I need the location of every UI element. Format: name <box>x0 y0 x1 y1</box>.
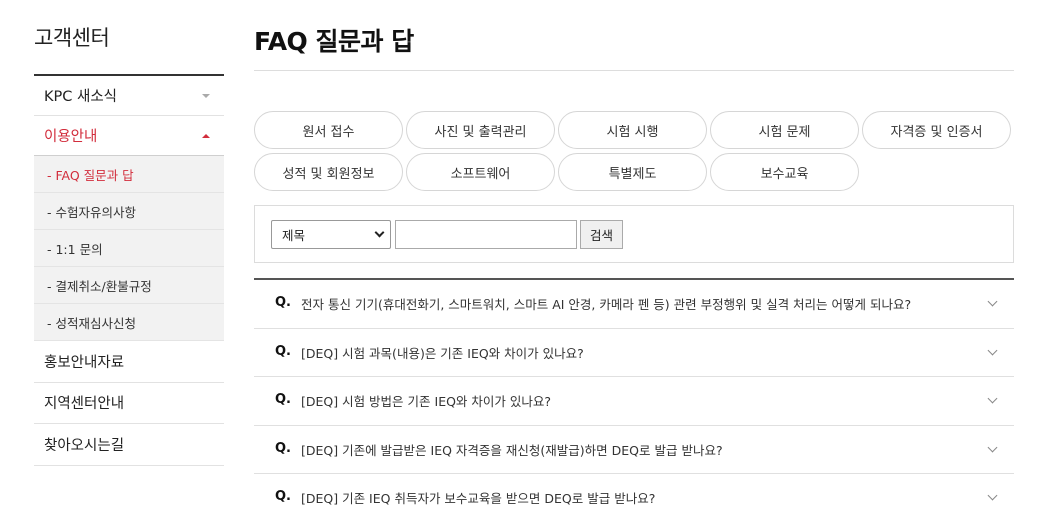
sidebar-item-promo[interactable]: 홍보안내자료 <box>34 341 224 383</box>
caret-down-icon <box>202 93 210 98</box>
chevron-down-icon[interactable] <box>987 490 998 501</box>
search-box: 제목 검색 <box>254 205 1014 263</box>
faq-question: [DEQ] 기존에 발급받은 IEQ 자격증을 재신청(재발급)하면 DEQ로 … <box>301 442 723 458</box>
submenu-item-inquiry[interactable]: - 1:1 문의 <box>34 230 224 267</box>
faq-item[interactable]: Q. [DEQ] 시험 과목(내용)은 기존 IEQ와 차이가 있나요? <box>254 329 1014 377</box>
faq-item[interactable]: Q. [DEQ] 기존에 발급받은 IEQ 자격증을 재신청(재발급)하면 DE… <box>254 426 1014 474</box>
q-marker: Q. <box>275 489 291 505</box>
category-button[interactable]: 사진 및 출력관리 <box>406 111 555 149</box>
faq-question: [DEQ] 시험 방법은 기존 IEQ와 차이가 있나요? <box>301 394 552 410</box>
q-marker: Q. <box>275 440 291 456</box>
q-marker: Q. <box>275 295 291 311</box>
caret-up-icon <box>202 133 210 138</box>
submenu-item-examinee-notes[interactable]: - 수험자유의사항 <box>34 193 224 230</box>
chevron-down-icon[interactable] <box>987 393 998 404</box>
sidebar-item-label: KPC 새소식 <box>44 89 118 105</box>
divider <box>254 70 1014 71</box>
sidebar-item-directions[interactable]: 찾아오시는길 <box>34 424 224 466</box>
search-field-select[interactable]: 제목 <box>271 220 391 249</box>
q-marker: Q. <box>275 343 291 359</box>
q-marker: Q. <box>275 392 291 408</box>
category-button[interactable]: 성적 및 회원정보 <box>254 153 403 191</box>
submenu-item-faq[interactable]: - FAQ 질문과 답 <box>34 156 224 193</box>
category-button[interactable]: 소프트웨어 <box>406 153 555 191</box>
category-button[interactable]: 시험 문제 <box>710 111 859 149</box>
submenu-item-score-review[interactable]: - 성적재심사신청 <box>34 304 224 341</box>
search-input[interactable] <box>395 220 577 249</box>
search-select-value: 제목 <box>282 228 306 243</box>
submenu-item-refund-policy[interactable]: - 결제취소/환불규정 <box>34 267 224 304</box>
faq-list: Q. 전자 통신 기기(휴대전화기, 스마트워치, 스마트 AI 안경, 카메라… <box>254 278 1014 513</box>
chevron-down-icon[interactable] <box>987 296 998 307</box>
page-title: FAQ 질문과 답 <box>254 27 414 56</box>
chevron-down-icon <box>374 227 385 238</box>
sidebar-title: 고객센터 <box>34 26 110 50</box>
category-button[interactable]: 자격증 및 인증서 <box>862 111 1011 149</box>
sidebar-item-usage-guide[interactable]: 이용안내 <box>34 116 224 156</box>
category-button[interactable]: 보수교육 <box>710 153 859 191</box>
sidebar-item-regional-centers[interactable]: 지역센터안내 <box>34 383 224 424</box>
category-button[interactable]: 특별제도 <box>558 153 707 191</box>
category-button[interactable]: 원서 접수 <box>254 111 403 149</box>
faq-item[interactable]: Q. 전자 통신 기기(휴대전화기, 스마트워치, 스마트 AI 안경, 카메라… <box>254 280 1014 329</box>
side-menu: KPC 새소식 이용안내 - FAQ 질문과 답 - 수험자유의사항 - 1:1… <box>34 74 224 466</box>
faq-item[interactable]: Q. [DEQ] 시험 방법은 기존 IEQ와 차이가 있나요? <box>254 377 1014 426</box>
faq-question: [DEQ] 시험 과목(내용)은 기존 IEQ와 차이가 있나요? <box>301 345 584 361</box>
submenu: - FAQ 질문과 답 - 수험자유의사항 - 1:1 문의 - 결제취소/환불… <box>34 156 224 341</box>
faq-item[interactable]: Q. [DEQ] 기존 IEQ 취득자가 보수교육을 받으면 DEQ로 발급 받… <box>254 474 1014 513</box>
category-button[interactable]: 시험 시행 <box>558 111 707 149</box>
faq-question: [DEQ] 기존 IEQ 취득자가 보수교육을 받으면 DEQ로 발급 받나요? <box>301 491 656 507</box>
sidebar-item-label: 이용안내 <box>44 129 98 145</box>
chevron-down-icon[interactable] <box>987 442 998 452</box>
faq-question: 전자 통신 기기(휴대전화기, 스마트워치, 스마트 AI 안경, 카메라 펜 … <box>301 297 912 313</box>
search-button[interactable]: 검색 <box>580 220 623 249</box>
sidebar-item-kpc-news[interactable]: KPC 새소식 <box>34 76 224 116</box>
chevron-down-icon[interactable] <box>987 345 998 355</box>
